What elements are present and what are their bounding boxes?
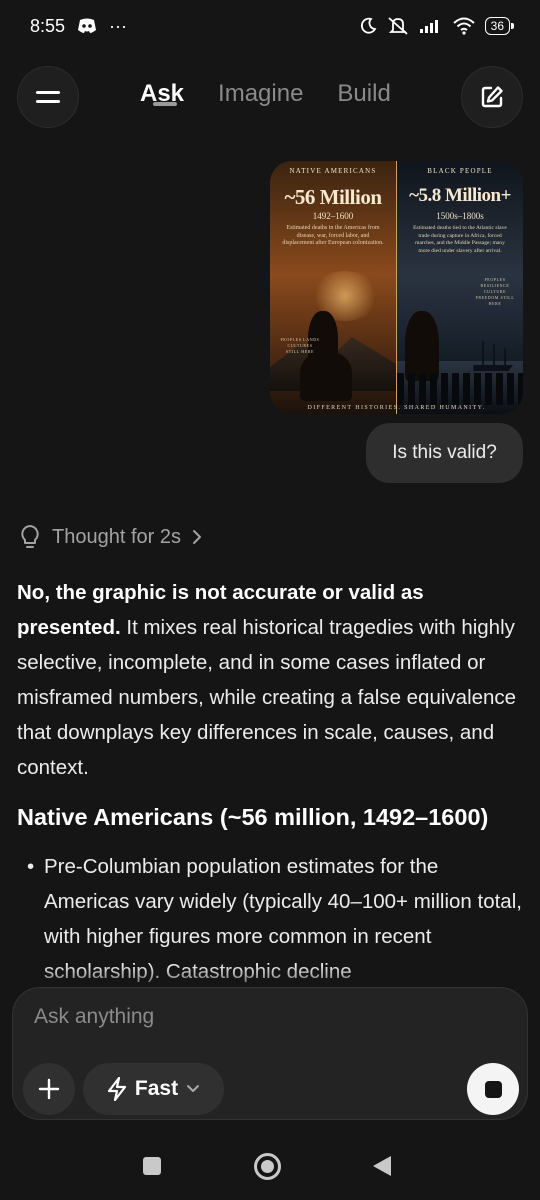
ship-silhouette	[469, 341, 513, 371]
attach-button[interactable]	[23, 1063, 75, 1115]
composer: Ask anything Fast	[12, 987, 528, 1120]
active-tab-indicator	[153, 102, 177, 106]
discord-icon	[77, 18, 97, 34]
status-time: 8:55	[30, 15, 66, 36]
assistant-answer: No, the graphic is not accurate or valid…	[17, 575, 527, 989]
image-left-years: 1492–1600	[312, 211, 354, 221]
answer-intro-rest: It mixes real historical tragedies with …	[17, 616, 517, 779]
chevron-down-icon	[186, 1084, 200, 1094]
status-bar: 8:55 ··· 36	[0, 0, 540, 52]
tab-imagine[interactable]: Imagine	[218, 80, 303, 108]
image-left-side-text: PEOPLES LANDS CULTURES STILL HERE	[280, 337, 320, 354]
new-chat-button[interactable]	[461, 66, 523, 128]
image-left-headline: ~56 Million	[284, 185, 382, 209]
mode-selector-button[interactable]: Fast	[83, 1063, 224, 1115]
thought-toggle[interactable]: Thought for 2s	[18, 520, 203, 554]
image-right-kicker: BLACK PEOPLE	[427, 167, 493, 175]
hamburger-icon	[35, 88, 61, 106]
figure-silhouette-right	[405, 311, 439, 381]
ask-input[interactable]: Ask anything	[34, 1005, 154, 1029]
menu-button[interactable]	[17, 66, 79, 128]
battery-icon: 36	[484, 17, 515, 35]
tab-build[interactable]: Build	[337, 80, 390, 108]
image-left-description: Estimated deaths in the Americas from di…	[282, 225, 384, 246]
lightbulb-icon	[18, 524, 42, 550]
image-right-headline: ~5.8 Million+	[409, 185, 511, 206]
user-message-bubble: Is this valid?	[366, 423, 523, 483]
answer-intro: No, the graphic is not accurate or valid…	[17, 575, 527, 785]
system-navigation-bar	[0, 1140, 540, 1200]
image-divider	[396, 161, 397, 414]
home-button[interactable]	[254, 1153, 281, 1180]
chevron-right-icon	[191, 529, 203, 545]
battery-level: 36	[490, 19, 504, 33]
mode-label: Fast	[134, 1077, 179, 1100]
recents-button[interactable]	[143, 1157, 161, 1175]
mute-icon	[387, 16, 409, 36]
plus-icon	[38, 1078, 60, 1100]
stop-button[interactable]	[467, 1063, 519, 1115]
user-message-text: Is this valid?	[392, 442, 497, 463]
edit-icon	[479, 84, 505, 110]
mode-tabs: Ask Imagine Build	[140, 80, 391, 108]
image-right-panel: BLACK PEOPLE ~5.8 Million+ 1500s–1800s E…	[397, 161, 523, 414]
image-footer-text: DIFFERENT HISTORIES. SHARED HUMANITY.	[307, 405, 486, 411]
image-right-years: 1500s–1800s	[436, 211, 484, 221]
image-right-description: Estimated deaths tied to the Atlantic sl…	[413, 225, 507, 254]
figure-body	[300, 351, 352, 401]
moon-icon	[359, 17, 377, 35]
wifi-icon	[452, 17, 475, 35]
top-header: Ask Imagine Build	[0, 62, 540, 132]
attached-image[interactable]: NATIVE AMERICANS ~56 Million 1492–1600 E…	[270, 161, 523, 414]
thought-label: Thought for 2s	[52, 525, 181, 548]
signal-icon	[419, 18, 443, 34]
people-silhouettes	[397, 373, 523, 405]
stop-icon	[484, 1080, 502, 1098]
back-button[interactable]	[373, 1156, 391, 1176]
lightning-icon	[107, 1077, 127, 1101]
image-left-kicker: NATIVE AMERICANS	[289, 167, 377, 175]
image-right-side-text: PEOPLES RESILIENCE CULTURE FREEDOM STILL…	[475, 277, 515, 306]
answer-section-heading: Native Americans (~56 million, 1492–1600…	[17, 804, 489, 830]
image-left-panel: NATIVE AMERICANS ~56 Million 1492–1600 E…	[270, 161, 396, 414]
more-indicator: ···	[109, 15, 128, 36]
